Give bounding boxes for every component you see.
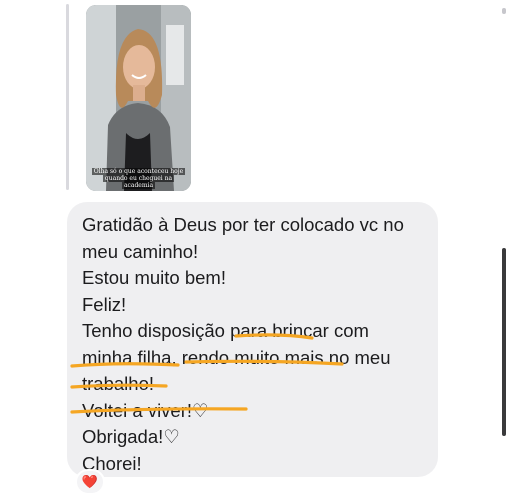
message-line: Gratidão à Deus por ter colocado vc no <box>82 214 404 235</box>
story-caption-line: Olha só o que aconteceu hoje <box>91 168 186 175</box>
reply-indicator-bar <box>66 4 69 190</box>
scrollbar-top <box>502 8 506 14</box>
story-caption: Olha só o que aconteceu hoje quando eu c… <box>90 168 187 189</box>
message-line: meu caminho! <box>82 240 199 262</box>
heart-reaction-badge[interactable]: ❤️ <box>75 469 105 495</box>
story-caption-line: quando eu cheguei na <box>102 175 175 182</box>
message-text: Gratidão à Deus por ter colocado vc no m… <box>82 212 427 477</box>
message-line: Voltei a viver!♡ <box>82 399 209 421</box>
message-line: minha filha, rendo muito mais no meu <box>82 346 391 368</box>
story-caption-line: academia <box>121 182 156 189</box>
message-line: Chorei! <box>82 452 142 474</box>
message-line: Obrigada!♡ <box>82 426 180 447</box>
message-line: Estou muito bem! <box>82 267 226 288</box>
message-line: trabalho! <box>82 373 154 394</box>
scrollbar-thumb[interactable] <box>502 248 506 436</box>
heart-icon: ❤️ <box>81 474 99 489</box>
story-photo <box>86 5 191 191</box>
message-line: Tenho disposição para brincar com <box>82 320 369 341</box>
message-line: Feliz! <box>82 293 127 315</box>
story-reply-thumbnail[interactable]: Olha só o que aconteceu hoje quando eu c… <box>86 5 191 191</box>
